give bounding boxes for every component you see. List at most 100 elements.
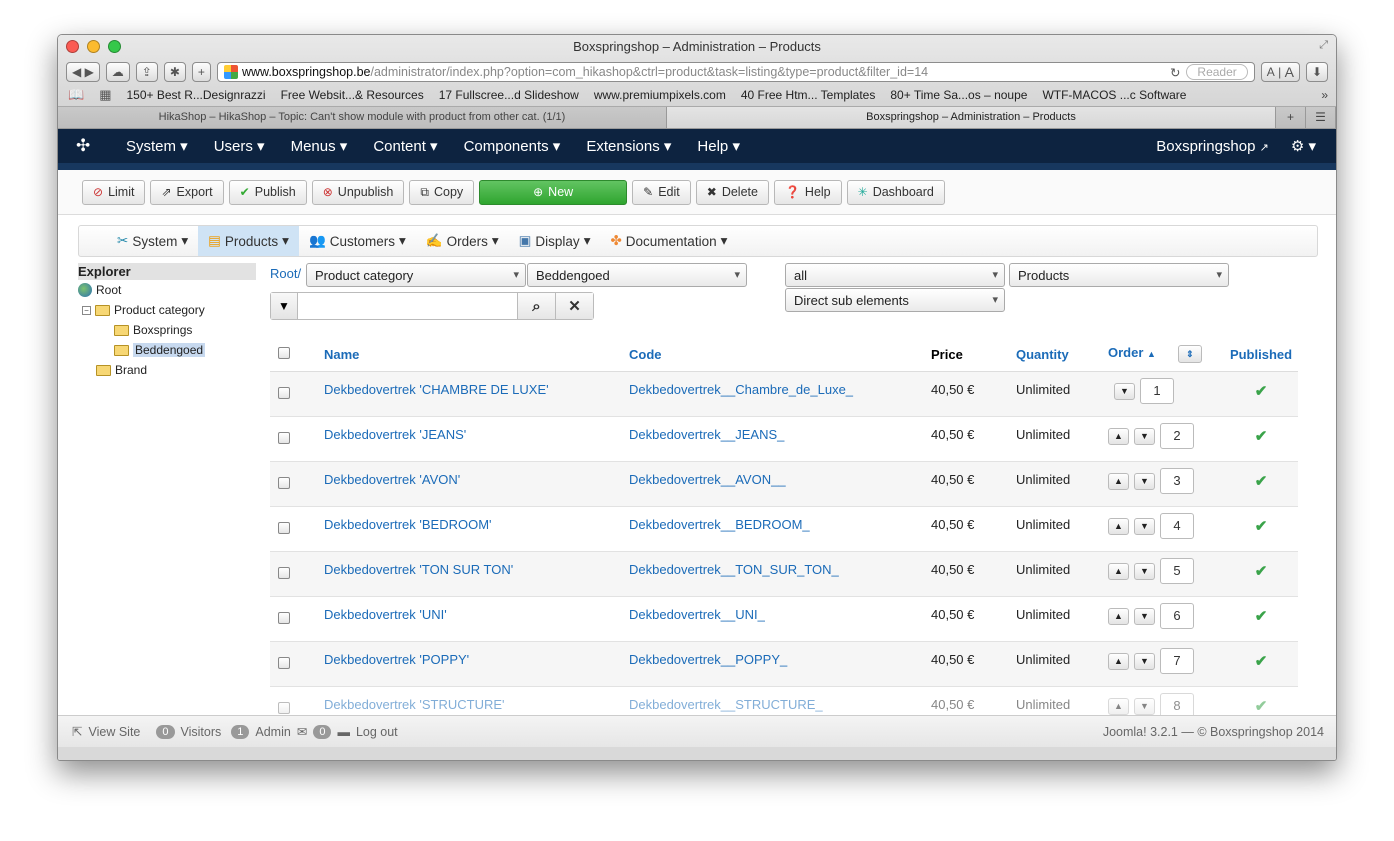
order-input[interactable]: 7 — [1160, 648, 1194, 674]
search-button[interactable]: ⌕ — [517, 293, 555, 319]
tree-node-root[interactable]: Root — [78, 280, 256, 300]
hikamenu-orders[interactable]: ✍ Orders ▾ — [416, 226, 509, 256]
published-check-icon[interactable]: ✔ — [1255, 698, 1268, 715]
published-check-icon[interactable]: ✔ — [1255, 383, 1268, 400]
move-down-button[interactable]: ▼ — [1134, 697, 1155, 715]
bookmark-item[interactable]: www.premiumpixels.com — [594, 88, 726, 102]
save-order-button[interactable]: ⇕ — [1177, 345, 1202, 363]
hikamenu-customers[interactable]: 👥 Customers ▾ — [299, 226, 416, 256]
tree-node-beddengoed[interactable]: Beddengoed — [78, 340, 256, 360]
site-link[interactable]: Boxspringshop ↗ — [1156, 138, 1269, 155]
fullscreen-icon[interactable]: ⤢ — [1319, 39, 1328, 52]
sort-by-published[interactable]: Published — [1224, 347, 1298, 362]
move-up-button[interactable]: ▲ — [1108, 562, 1129, 580]
order-input[interactable]: 5 — [1160, 558, 1194, 584]
row-checkbox[interactable] — [278, 612, 290, 624]
published-check-icon[interactable]: ✔ — [1255, 518, 1268, 535]
nav-content[interactable]: Content ▾ — [367, 137, 443, 155]
tree-node-boxsprings[interactable]: Boxsprings — [78, 320, 256, 340]
product-name-link[interactable]: Dekbedovertrek 'STRUCTURE' — [324, 697, 629, 712]
move-down-button[interactable]: ▼ — [1134, 652, 1155, 670]
move-up-button[interactable]: ▲ — [1108, 517, 1129, 535]
top-sites-icon[interactable]: ▦ — [99, 87, 111, 103]
font-size-buttons[interactable]: A | A — [1260, 62, 1300, 82]
reload-icon[interactable]: ↻ — [1164, 65, 1186, 80]
bug-icon[interactable]: ✱ — [163, 62, 186, 82]
product-code-link[interactable]: Dekbedovertrek__STRUCTURE_ — [629, 697, 931, 712]
add-bookmark-icon[interactable]: + — [191, 62, 211, 82]
move-up-button[interactable]: ▲ — [1108, 607, 1129, 625]
move-up-button[interactable]: ▲ — [1108, 472, 1129, 490]
downloads-icon[interactable]: ⬇ — [1305, 62, 1328, 82]
view-site-link[interactable]: View Site — [88, 725, 140, 739]
product-type-select[interactable]: Products — [1009, 263, 1229, 287]
nav-menus[interactable]: Menus ▾ — [285, 137, 354, 155]
tab-administration-products[interactable]: Boxspringshop – Administration – Product… — [667, 107, 1276, 128]
nav-extensions[interactable]: Extensions ▾ — [580, 137, 677, 155]
row-checkbox[interactable] — [278, 387, 290, 399]
tab-list-icon[interactable]: ☰ — [1306, 107, 1336, 128]
bookmark-item[interactable]: 80+ Time Sa...os – noupe — [890, 88, 1027, 102]
bookmark-item[interactable]: 40 Free Htm... Templates — [741, 88, 876, 102]
sort-by-quantity[interactable]: Quantity — [1016, 347, 1108, 362]
clear-search-button[interactable]: ✕ — [555, 293, 593, 319]
font-larger-button[interactable]: A — [1285, 64, 1294, 80]
sub-elements-select[interactable]: Direct sub elements — [785, 288, 1005, 312]
order-header[interactable]: Order ▲ ⇕ — [1108, 345, 1224, 363]
product-code-link[interactable]: Dekbedovertrek__TON_SUR_TON_ — [629, 562, 931, 577]
row-checkbox[interactable] — [278, 432, 290, 444]
move-up-button[interactable]: ▲ — [1108, 652, 1129, 670]
nav-system[interactable]: System ▾ — [120, 137, 194, 155]
product-code-link[interactable]: Dekbedovertrek__POPPY_ — [629, 652, 931, 667]
bookmark-item[interactable]: Free Websit...& Resources — [281, 88, 424, 102]
move-down-button[interactable]: ▼ — [1134, 562, 1155, 580]
move-up-button[interactable]: ▲ — [1108, 697, 1129, 715]
row-checkbox[interactable] — [278, 657, 290, 669]
sort-by-order[interactable]: Order — [1108, 345, 1143, 360]
dashboard-button[interactable]: ✳ Dashboard — [846, 179, 945, 205]
category-select[interactable]: Beddengoed — [527, 263, 747, 287]
row-checkbox[interactable] — [278, 477, 290, 489]
delete-button[interactable]: ✖ Delete — [695, 179, 769, 205]
product-name-link[interactable]: Dekbedovertrek 'TON SUR TON' — [324, 562, 629, 577]
hikamenu-system[interactable]: ✂ System ▾ — [107, 226, 198, 256]
breadcrumb-root-link[interactable]: Root/ — [270, 266, 301, 281]
order-input[interactable]: 1 — [1140, 378, 1174, 404]
more-bookmarks-icon[interactable]: » — [1321, 88, 1328, 102]
unpublish-button[interactable]: ⊗ Unpublish — [311, 179, 405, 205]
bookmark-item[interactable]: WTF-MACOS ...c Software — [1042, 88, 1186, 102]
reading-list-icon[interactable]: 📖 — [68, 87, 84, 103]
product-name-link[interactable]: Dekbedovertrek 'JEANS' — [324, 427, 629, 442]
product-code-link[interactable]: Dekbedovertrek__BEDROOM_ — [629, 517, 931, 532]
order-input[interactable]: 2 — [1160, 423, 1194, 449]
row-checkbox[interactable] — [278, 522, 290, 534]
edit-button[interactable]: ✎ Edit — [632, 179, 691, 205]
move-down-button[interactable]: ▼ — [1134, 607, 1155, 625]
select-all-checkbox[interactable] — [278, 346, 290, 359]
back-forward-button[interactable]: ◀ ▶ — [66, 62, 100, 82]
publish-button[interactable]: ✔ Publish — [228, 179, 307, 205]
order-input[interactable]: 3 — [1160, 468, 1194, 494]
export-button[interactable]: ⇗ Export — [150, 179, 224, 205]
reader-button[interactable]: Reader — [1186, 64, 1248, 80]
hikamenu-products[interactable]: ▤ Products ▾ — [198, 226, 299, 256]
search-input[interactable] — [298, 293, 517, 319]
settings-gear-icon[interactable]: ⚙ ▾ — [1291, 137, 1316, 155]
help-button[interactable]: ❓ Help — [773, 179, 842, 205]
new-tab-icon[interactable]: + — [1276, 107, 1306, 128]
product-code-link[interactable]: Dekbedovertrek__JEANS_ — [629, 427, 931, 442]
messages-count-badge[interactable]: 0 — [313, 724, 332, 739]
published-check-icon[interactable]: ✔ — [1255, 563, 1268, 580]
icloud-tabs-icon[interactable]: ☁ — [105, 62, 130, 82]
product-name-link[interactable]: Dekbedovertrek 'AVON' — [324, 472, 629, 487]
order-input[interactable]: 4 — [1160, 513, 1194, 539]
product-name-link[interactable]: Dekbedovertrek 'BEDROOM' — [324, 517, 629, 532]
bookmark-item[interactable]: 17 Fullscree...d Slideshow — [439, 88, 579, 102]
product-code-link[interactable]: Dekbedovertrek__UNI_ — [629, 607, 931, 622]
published-check-icon[interactable]: ✔ — [1255, 608, 1268, 625]
product-name-link[interactable]: Dekbedovertrek 'UNI' — [324, 607, 629, 622]
published-check-icon[interactable]: ✔ — [1255, 428, 1268, 445]
row-checkbox[interactable] — [278, 567, 290, 579]
product-code-link[interactable]: Dekbedovertrek__Chambre_de_Luxe_ — [629, 382, 931, 397]
address-bar[interactable]: www.boxspringshop.be/administrator/index… — [216, 62, 1255, 82]
